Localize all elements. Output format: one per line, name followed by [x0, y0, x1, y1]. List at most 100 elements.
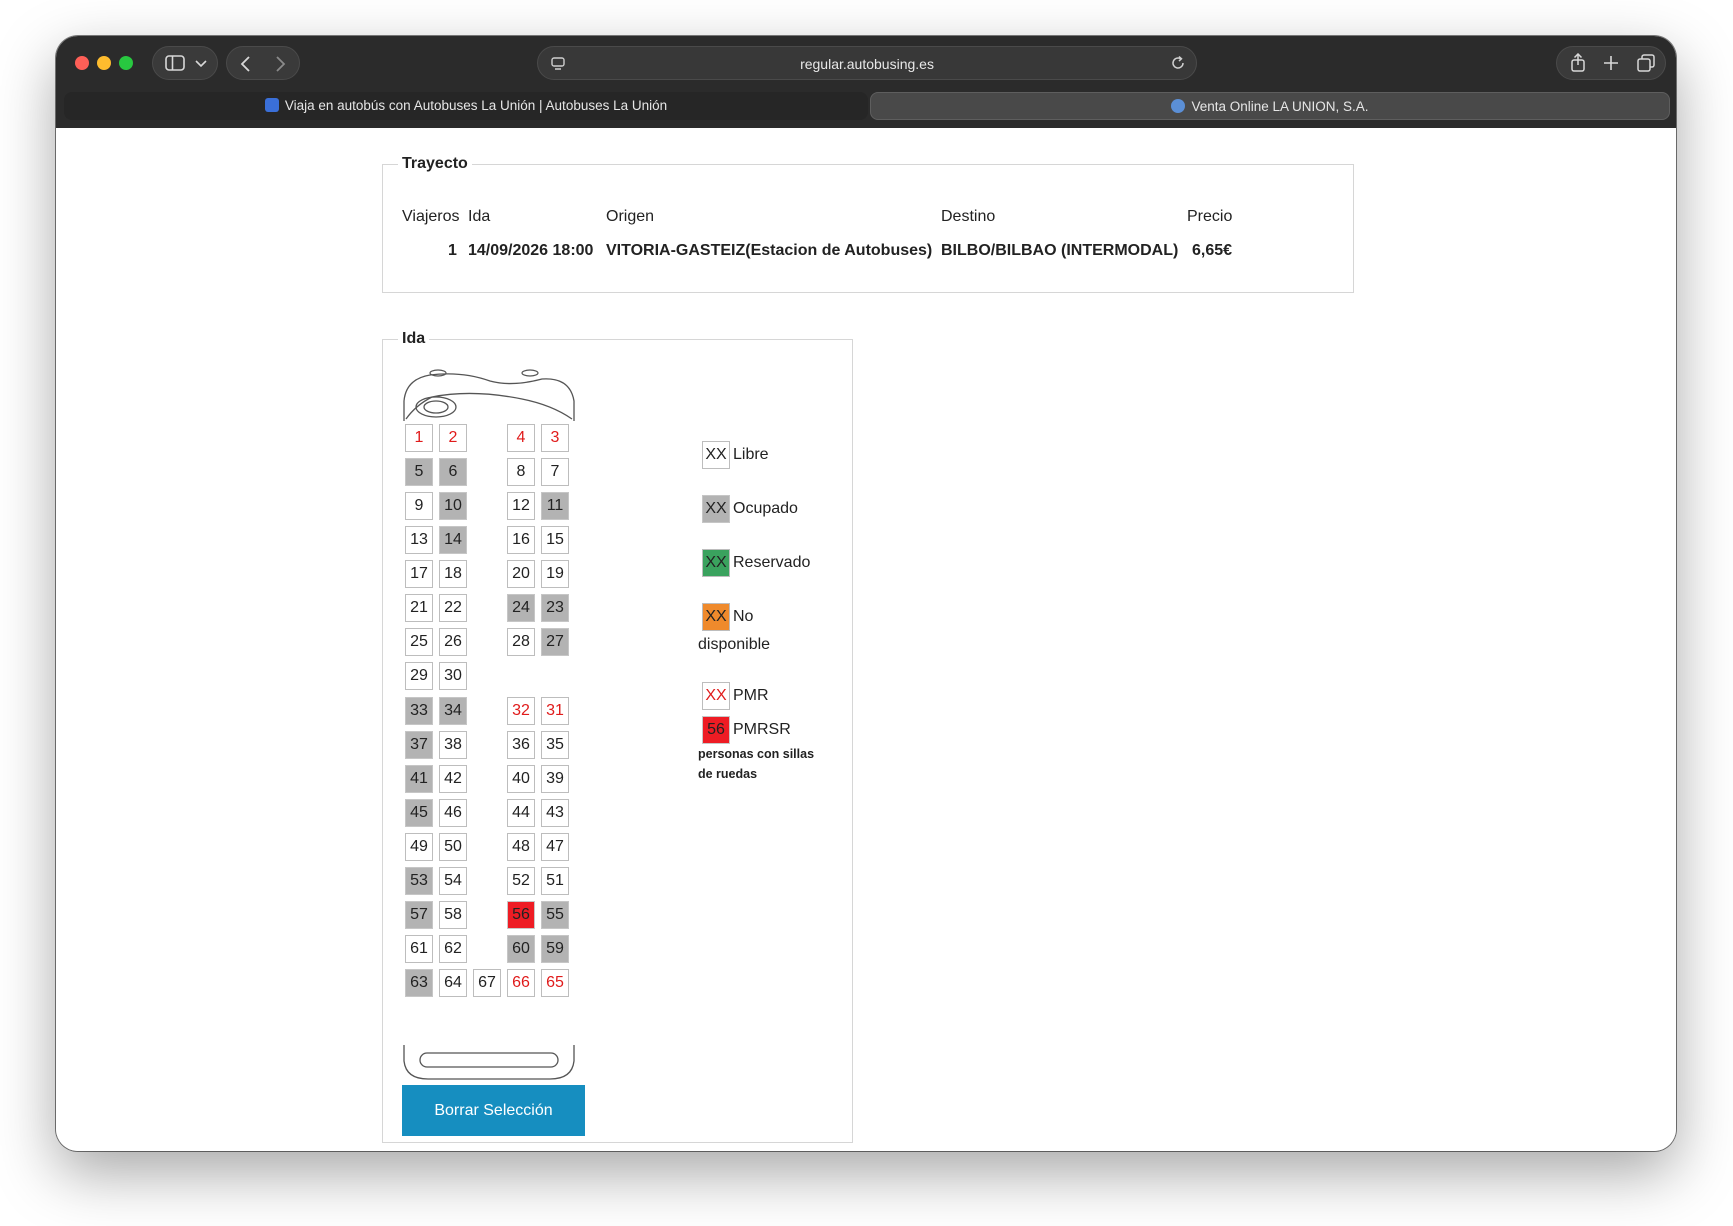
sidebar-toggle-button[interactable]: [152, 46, 218, 80]
seat-49[interactable]: 49: [405, 833, 433, 861]
seat-15[interactable]: 15: [541, 526, 569, 554]
sidebar-icon: [165, 55, 185, 71]
seat-43[interactable]: 43: [541, 799, 569, 827]
seat-57: 57: [405, 901, 433, 929]
seat-16[interactable]: 16: [507, 526, 535, 554]
seat-11: 11: [541, 492, 569, 520]
seat-28[interactable]: 28: [507, 628, 535, 656]
seat-26[interactable]: 26: [439, 628, 467, 656]
legend-reservado-label: Reservado: [733, 554, 811, 571]
seat-67[interactable]: 67: [473, 969, 501, 997]
seat-19[interactable]: 19: [541, 560, 569, 588]
new-tab-icon[interactable]: [1603, 55, 1619, 71]
legend-reservado-swatch: XX: [702, 549, 730, 577]
seat-10: 10: [439, 492, 467, 520]
seat-37: 37: [405, 731, 433, 759]
ida-title: Ida: [398, 330, 430, 348]
seat-20[interactable]: 20: [507, 560, 535, 588]
tab-venta-online[interactable]: Venta Online LA UNION, S.A.: [870, 92, 1670, 120]
seat-61[interactable]: 61: [405, 935, 433, 963]
seat-64[interactable]: 64: [439, 969, 467, 997]
seat-62[interactable]: 62: [439, 935, 467, 963]
clear-selection-button[interactable]: Borrar Selección: [402, 1085, 585, 1136]
header-origen: Origen: [606, 208, 655, 225]
legend-no-disponible-swatch: XX: [702, 603, 730, 631]
seat-63: 63: [405, 969, 433, 997]
seat-29[interactable]: 29: [405, 662, 433, 690]
seat-35[interactable]: 35: [541, 731, 569, 759]
minimize-window-button[interactable]: [97, 56, 111, 70]
seat-25[interactable]: 25: [405, 628, 433, 656]
seat-41: 41: [405, 765, 433, 793]
legend-libre-swatch: XX: [702, 441, 730, 469]
legend-no-disponible-label: No: [733, 608, 754, 625]
seat-32[interactable]: 32: [507, 697, 535, 725]
trayecto-panel: [382, 164, 1354, 293]
seat-48[interactable]: 48: [507, 833, 535, 861]
share-icon[interactable]: [1569, 53, 1587, 73]
tab-autobuses-la-union[interactable]: Viaja en autobús con Autobuses La Unión …: [64, 92, 868, 120]
seat-36[interactable]: 36: [507, 731, 535, 759]
seat-42[interactable]: 42: [439, 765, 467, 793]
seat-59: 59: [541, 935, 569, 963]
seat-34: 34: [439, 697, 467, 725]
chevron-down-icon: [195, 60, 207, 68]
seat-14: 14: [439, 526, 467, 554]
seat-58[interactable]: 58: [439, 901, 467, 929]
tab-label: Venta Online LA UNION, S.A.: [1191, 99, 1369, 114]
seat-13[interactable]: 13: [405, 526, 433, 554]
seat-6: 6: [439, 458, 467, 486]
seat-56[interactable]: 56: [507, 901, 535, 929]
seat-7[interactable]: 7: [541, 458, 569, 486]
seat-9[interactable]: 9: [405, 492, 433, 520]
header-ida: Ida: [468, 208, 491, 225]
legend-note-line2: de ruedas: [698, 767, 758, 781]
seat-17[interactable]: 17: [405, 560, 433, 588]
seat-38[interactable]: 38: [439, 731, 467, 759]
seat-50[interactable]: 50: [439, 833, 467, 861]
legend-pmr-label: PMR: [733, 687, 769, 704]
seat-21[interactable]: 21: [405, 594, 433, 622]
seat-39[interactable]: 39: [541, 765, 569, 793]
value-precio: 6,65€: [1192, 242, 1233, 259]
tab-label: Viaja en autobús con Autobuses La Unión …: [284, 98, 668, 113]
seat-30[interactable]: 30: [439, 662, 467, 690]
reload-icon[interactable]: [1170, 55, 1186, 71]
seat-52[interactable]: 52: [507, 867, 535, 895]
address-bar[interactable]: regular.autobusing.es: [537, 46, 1197, 80]
seat-46[interactable]: 46: [439, 799, 467, 827]
zoom-window-button[interactable]: [119, 56, 133, 70]
seat-44[interactable]: 44: [507, 799, 535, 827]
back-icon[interactable]: [239, 55, 253, 73]
close-window-button[interactable]: [75, 56, 89, 70]
seat-40[interactable]: 40: [507, 765, 535, 793]
seat-12[interactable]: 12: [507, 492, 535, 520]
tab-overview-icon[interactable]: [1637, 54, 1655, 72]
url-text: regular.autobusing.es: [800, 56, 934, 72]
value-viajeros: 1: [448, 242, 457, 259]
seat-2[interactable]: 2: [439, 424, 467, 452]
seat-51[interactable]: 51: [541, 867, 569, 895]
seat-66[interactable]: 66: [507, 969, 535, 997]
seat-65[interactable]: 65: [541, 969, 569, 997]
page-content: Trayecto Viajeros Ida Origen Destino Pre…: [56, 128, 1676, 1151]
seat-22[interactable]: 22: [439, 594, 467, 622]
bus-rear-icon: [403, 1045, 575, 1080]
value-origen: VITORIA-GASTEIZ(Estacion de Autobuses): [606, 242, 933, 259]
seat-54[interactable]: 54: [439, 867, 467, 895]
seat-33: 33: [405, 697, 433, 725]
seat-53: 53: [405, 867, 433, 895]
bus-favicon-icon: [264, 98, 279, 112]
value-destino: BILBO/BILBAO (INTERMODAL): [941, 242, 1179, 259]
seat-47[interactable]: 47: [541, 833, 569, 861]
seat-1[interactable]: 1: [405, 424, 433, 452]
seat-45: 45: [405, 799, 433, 827]
header-viajeros: Viajeros: [402, 208, 460, 225]
seat-18[interactable]: 18: [439, 560, 467, 588]
seat-3[interactable]: 3: [541, 424, 569, 452]
legend-libre-label: Libre: [733, 446, 769, 463]
seat-31[interactable]: 31: [541, 697, 569, 725]
seat-4[interactable]: 4: [507, 424, 535, 452]
seat-8[interactable]: 8: [507, 458, 535, 486]
forward-icon[interactable]: [273, 55, 287, 73]
